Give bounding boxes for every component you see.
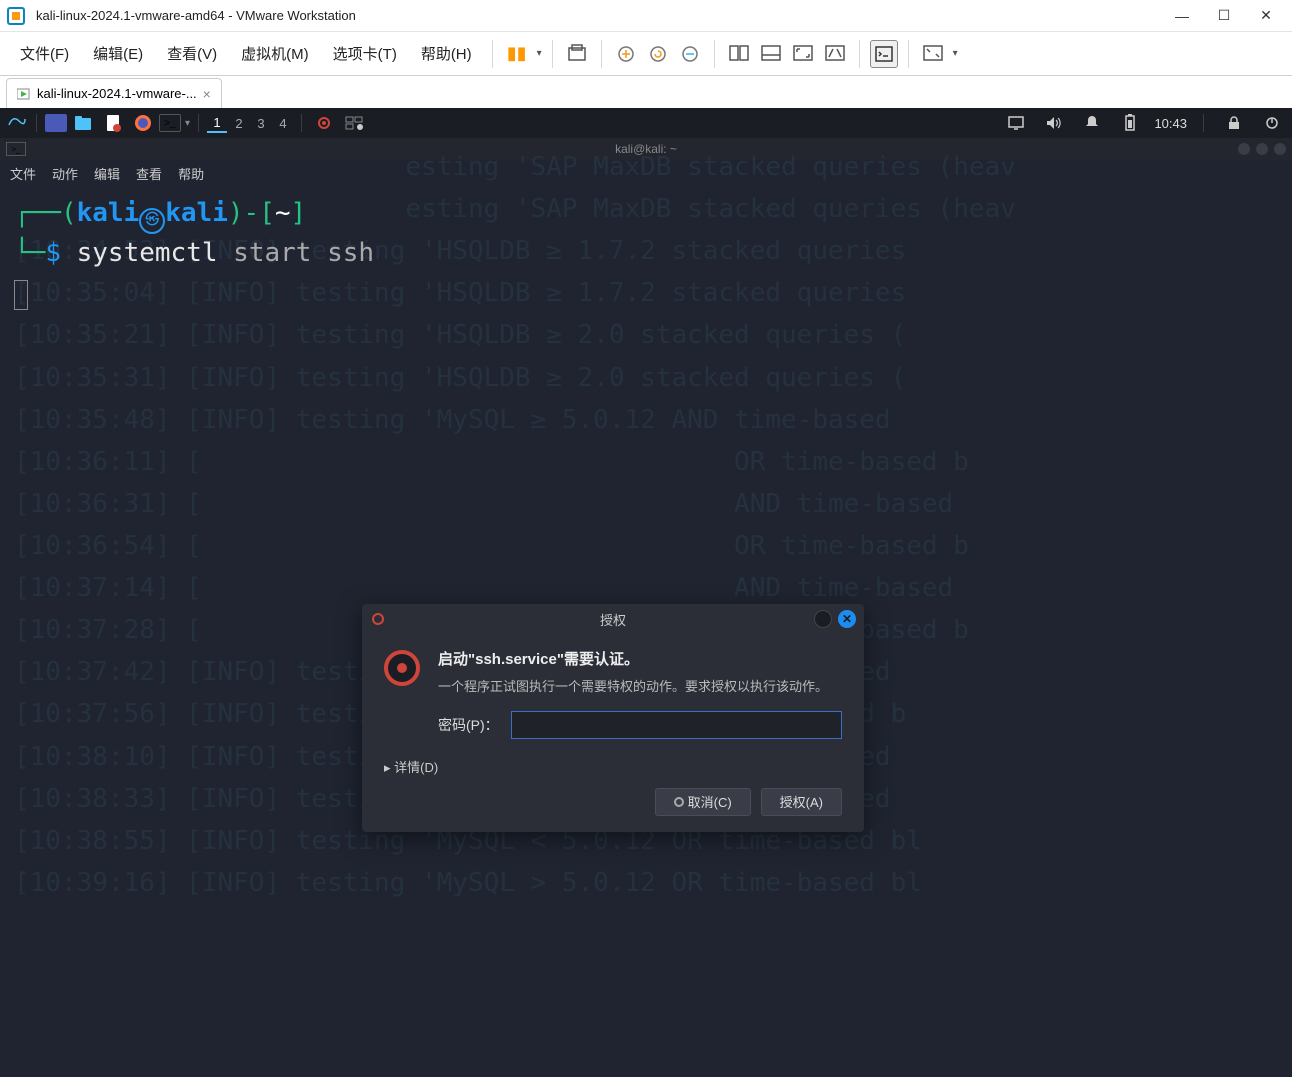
terminal-cursor — [14, 280, 28, 310]
command-name: systemctl — [77, 238, 218, 268]
view-stretch-button[interactable] — [919, 40, 947, 68]
notifications-icon[interactable] — [1078, 111, 1106, 135]
toolbar-separator — [601, 40, 602, 68]
vmware-logo-icon — [6, 6, 26, 26]
dialog-description: 一个程序正试图执行一个需要特权的动作。要求授权以执行该动作。 — [438, 677, 828, 697]
panel-separator — [301, 114, 302, 132]
volume-icon[interactable] — [1040, 111, 1068, 135]
command-args: start ssh — [233, 238, 374, 268]
toolbar-separator — [492, 40, 493, 68]
panel-separator — [198, 114, 199, 132]
view-fullscreen-button[interactable] — [789, 40, 817, 68]
menu-view[interactable]: 查看(V) — [157, 37, 227, 70]
auth-dialog: 授权 ✕ 启动"ssh.service"需要认证。 一个程序正试图执行一个需要特… — [362, 604, 864, 832]
view-console-button[interactable] — [757, 40, 785, 68]
panel-separator — [1203, 114, 1204, 132]
toolbar-separator — [714, 40, 715, 68]
menu-tabs[interactable]: 选项卡(T) — [323, 37, 407, 70]
vmware-tab-bar: kali-linux-2024.1-vmware-... × — [0, 76, 1292, 108]
workspace-3[interactable]: 3 — [251, 113, 271, 133]
snapshot-manager-button[interactable] — [676, 40, 704, 68]
cancel-icon — [674, 797, 684, 807]
power-dropdown-icon[interactable]: ▾ — [537, 48, 542, 59]
dialog-titlebar[interactable]: 授权 ✕ — [362, 604, 864, 634]
terminal-launcher-icon[interactable]: >_ — [159, 114, 181, 132]
kali-logo-icon[interactable] — [6, 112, 28, 134]
view-unity-button[interactable] — [821, 40, 849, 68]
auth-warning-icon — [384, 650, 420, 686]
toolbar-separator — [859, 40, 860, 68]
record-icon[interactable] — [310, 111, 338, 135]
window-minimize-button[interactable]: — — [1162, 2, 1202, 30]
firefox-icon[interactable] — [129, 111, 157, 135]
snapshot-button[interactable] — [563, 40, 591, 68]
battery-icon[interactable] — [1116, 111, 1144, 135]
details-toggle[interactable]: 详情(D) — [384, 757, 842, 776]
view-terminal-button[interactable] — [870, 40, 898, 68]
cancel-button[interactable]: 取消(C) — [655, 788, 751, 816]
vm-tab-close-button[interactable]: × — [203, 86, 211, 102]
toolbar-separator — [908, 40, 909, 68]
password-label: 密码(P)： — [438, 715, 499, 735]
kali-desktop: >_ ▾ 1 2 3 4 10:43 >_ kali@kali: ~ — [0, 108, 1292, 1077]
workspace-2[interactable]: 2 — [229, 113, 249, 133]
windows-overview-icon[interactable] — [340, 111, 368, 135]
tab-running-icon — [17, 87, 31, 101]
prompt-host: kali — [165, 198, 228, 228]
kali-skull-icon: ㉿ — [139, 208, 165, 234]
workspace-1[interactable]: 1 — [207, 113, 227, 133]
workspace-4[interactable]: 4 — [273, 113, 293, 133]
authorize-button[interactable]: 授权(A) — [761, 788, 842, 816]
terminal-dropdown-icon[interactable]: ▾ — [185, 118, 190, 129]
pause-vm-button[interactable]: ▮▮ — [503, 40, 531, 68]
panel-separator — [36, 114, 37, 132]
vm-tab-label: kali-linux-2024.1-vmware-... — [37, 86, 197, 101]
prompt-user: kali — [77, 198, 140, 228]
power-icon[interactable] — [1258, 111, 1286, 135]
window-maximize-button[interactable]: ☐ — [1204, 2, 1244, 30]
menu-file[interactable]: 文件(F) — [10, 37, 79, 70]
menu-edit[interactable]: 编辑(E) — [83, 37, 153, 70]
files-icon[interactable] — [69, 111, 97, 135]
dialog-title: 授权 — [600, 610, 626, 629]
dialog-heading: 启动"ssh.service"需要认证。 — [438, 648, 828, 669]
view-dropdown-icon[interactable]: ▾ — [953, 48, 958, 59]
vm-tab[interactable]: kali-linux-2024.1-vmware-... × — [6, 78, 222, 108]
window-close-button[interactable]: ✕ — [1246, 2, 1286, 30]
view-single-button[interactable] — [725, 40, 753, 68]
display-icon[interactable] — [1002, 111, 1030, 135]
snapshot-take-button[interactable] — [612, 40, 640, 68]
activities-icon[interactable] — [45, 114, 67, 132]
vmware-titlebar: kali-linux-2024.1-vmware-amd64 - VMware … — [0, 0, 1292, 32]
dialog-maximize-button[interactable] — [814, 610, 832, 628]
vmware-menubar: 文件(F) 编辑(E) 查看(V) 虚拟机(M) 选项卡(T) 帮助(H) ▮▮… — [0, 32, 1292, 76]
editor-icon[interactable] — [99, 111, 127, 135]
lock-icon[interactable] — [1220, 111, 1248, 135]
menu-vm[interactable]: 虚拟机(M) — [231, 37, 319, 70]
panel-clock[interactable]: 10:43 — [1154, 116, 1187, 131]
toolbar-separator — [552, 40, 553, 68]
window-title: kali-linux-2024.1-vmware-amd64 - VMware … — [36, 8, 1162, 23]
dialog-close-button[interactable]: ✕ — [838, 610, 856, 628]
kali-top-panel: >_ ▾ 1 2 3 4 10:43 — [0, 108, 1292, 138]
password-input[interactable] — [511, 711, 842, 739]
dialog-app-icon — [372, 613, 384, 625]
prompt-cwd: ~ — [275, 198, 291, 228]
menu-help[interactable]: 帮助(H) — [411, 37, 482, 70]
snapshot-revert-button[interactable] — [644, 40, 672, 68]
